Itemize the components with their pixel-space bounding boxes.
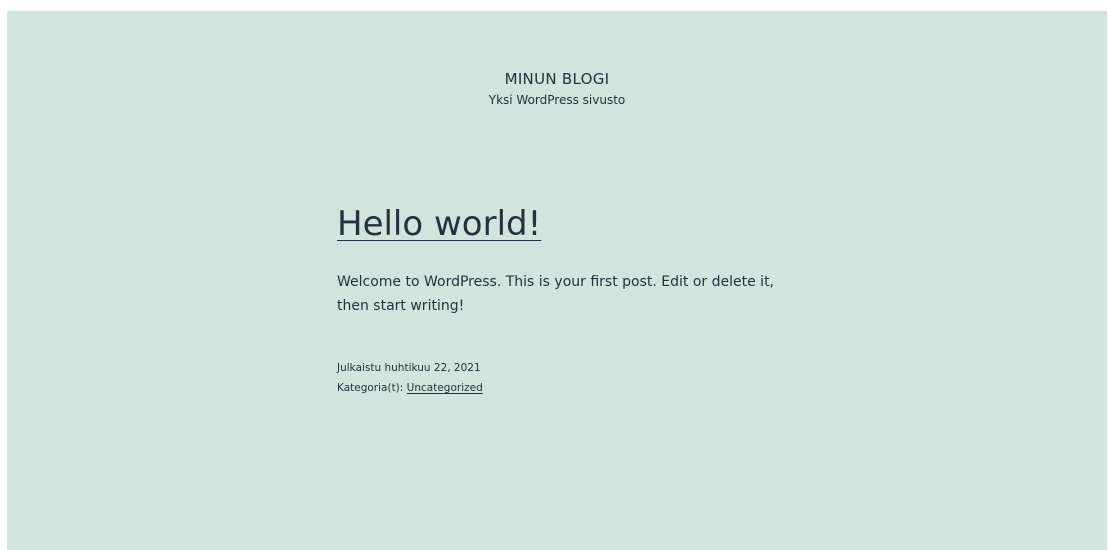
post-content: Welcome to WordPress. This is your first…	[337, 274, 775, 314]
site-header: MINUN BLOGI Yksi WordPress sivusto	[7, 68, 1107, 108]
site-title[interactable]: MINUN BLOGI	[7, 68, 1107, 90]
categories-label: Kategoria(t):	[337, 382, 404, 394]
site-description: Yksi WordPress sivusto	[488, 93, 626, 107]
post-title-link[interactable]: Hello world!	[337, 203, 541, 245]
post-article: Hello world! Welcome to WordPress. This …	[337, 203, 807, 398]
category-link-uncategorized[interactable]: Uncategorized	[407, 382, 483, 394]
published-date: Julkaistu huhtikuu 22, 2021	[337, 362, 481, 374]
post-categories: Kategoria(t): Uncategorized	[337, 378, 807, 398]
page-background: MINUN BLOGI Yksi WordPress sivusto Hello…	[7, 11, 1107, 550]
post-meta: Julkaistu huhtikuu 22, 2021 Kategoria(t)…	[337, 358, 807, 398]
